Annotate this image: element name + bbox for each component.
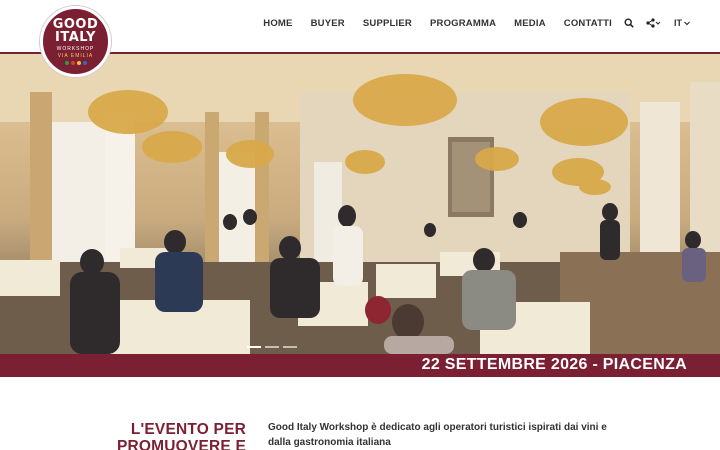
- language-label: IT: [674, 18, 682, 28]
- language-selector[interactable]: IT: [674, 18, 690, 28]
- nav-buyer[interactable]: BUYER: [311, 18, 345, 29]
- nav-supplier[interactable]: SUPPLIER: [363, 18, 412, 29]
- nav-contatti[interactable]: CONTATTI: [564, 18, 612, 29]
- event-date-text: 22 SETTEMBRE 2026 - PIACENZA: [421, 356, 687, 373]
- chevron-down-icon: [684, 21, 690, 25]
- event-intro-text: Good Italy Workshop è dedicato agli oper…: [268, 422, 607, 448]
- logo-color-dots: [64, 61, 87, 65]
- slide-dot[interactable]: [283, 346, 297, 348]
- search-icon[interactable]: [624, 18, 634, 28]
- share-icon[interactable]: [646, 18, 662, 28]
- site-logo[interactable]: GOOD ITALY WORKSHOP VIA EMILIA: [40, 6, 111, 77]
- slide-dot[interactable]: [265, 346, 279, 348]
- logo-dot: [64, 61, 69, 65]
- event-title-line-1: L'EVENTO PER: [130, 421, 246, 438]
- logo-dot: [76, 61, 81, 65]
- event-date-bar: 22 SETTEMBRE 2026 - PIACENZA: [0, 354, 720, 377]
- logo-dot: [82, 61, 87, 65]
- nav-home[interactable]: HOME: [263, 18, 292, 29]
- logo-text-workshop: WORKSHOP: [56, 46, 95, 52]
- logo-text-via-emilia: VIA EMILIA: [57, 53, 94, 59]
- hero-slider-indicator[interactable]: [247, 346, 297, 348]
- event-title-line-2: PROMUOVERE E: [116, 438, 246, 450]
- nav-programma[interactable]: PROGRAMMA: [430, 18, 496, 29]
- main-nav: HOME BUYER SUPPLIER PROGRAMMA MEDIA CONT…: [245, 0, 690, 46]
- nav-media[interactable]: MEDIA: [514, 18, 546, 29]
- event-title: L'EVENTO PER PROMUOVERE E: [108, 421, 246, 450]
- logo-dot: [70, 61, 75, 65]
- logo-text-italy: ITALY: [55, 30, 96, 45]
- hero-ballroom-photo: [0, 52, 720, 354]
- slide-dot[interactable]: [247, 346, 261, 348]
- ballroom-photo-illustration: [0, 52, 720, 354]
